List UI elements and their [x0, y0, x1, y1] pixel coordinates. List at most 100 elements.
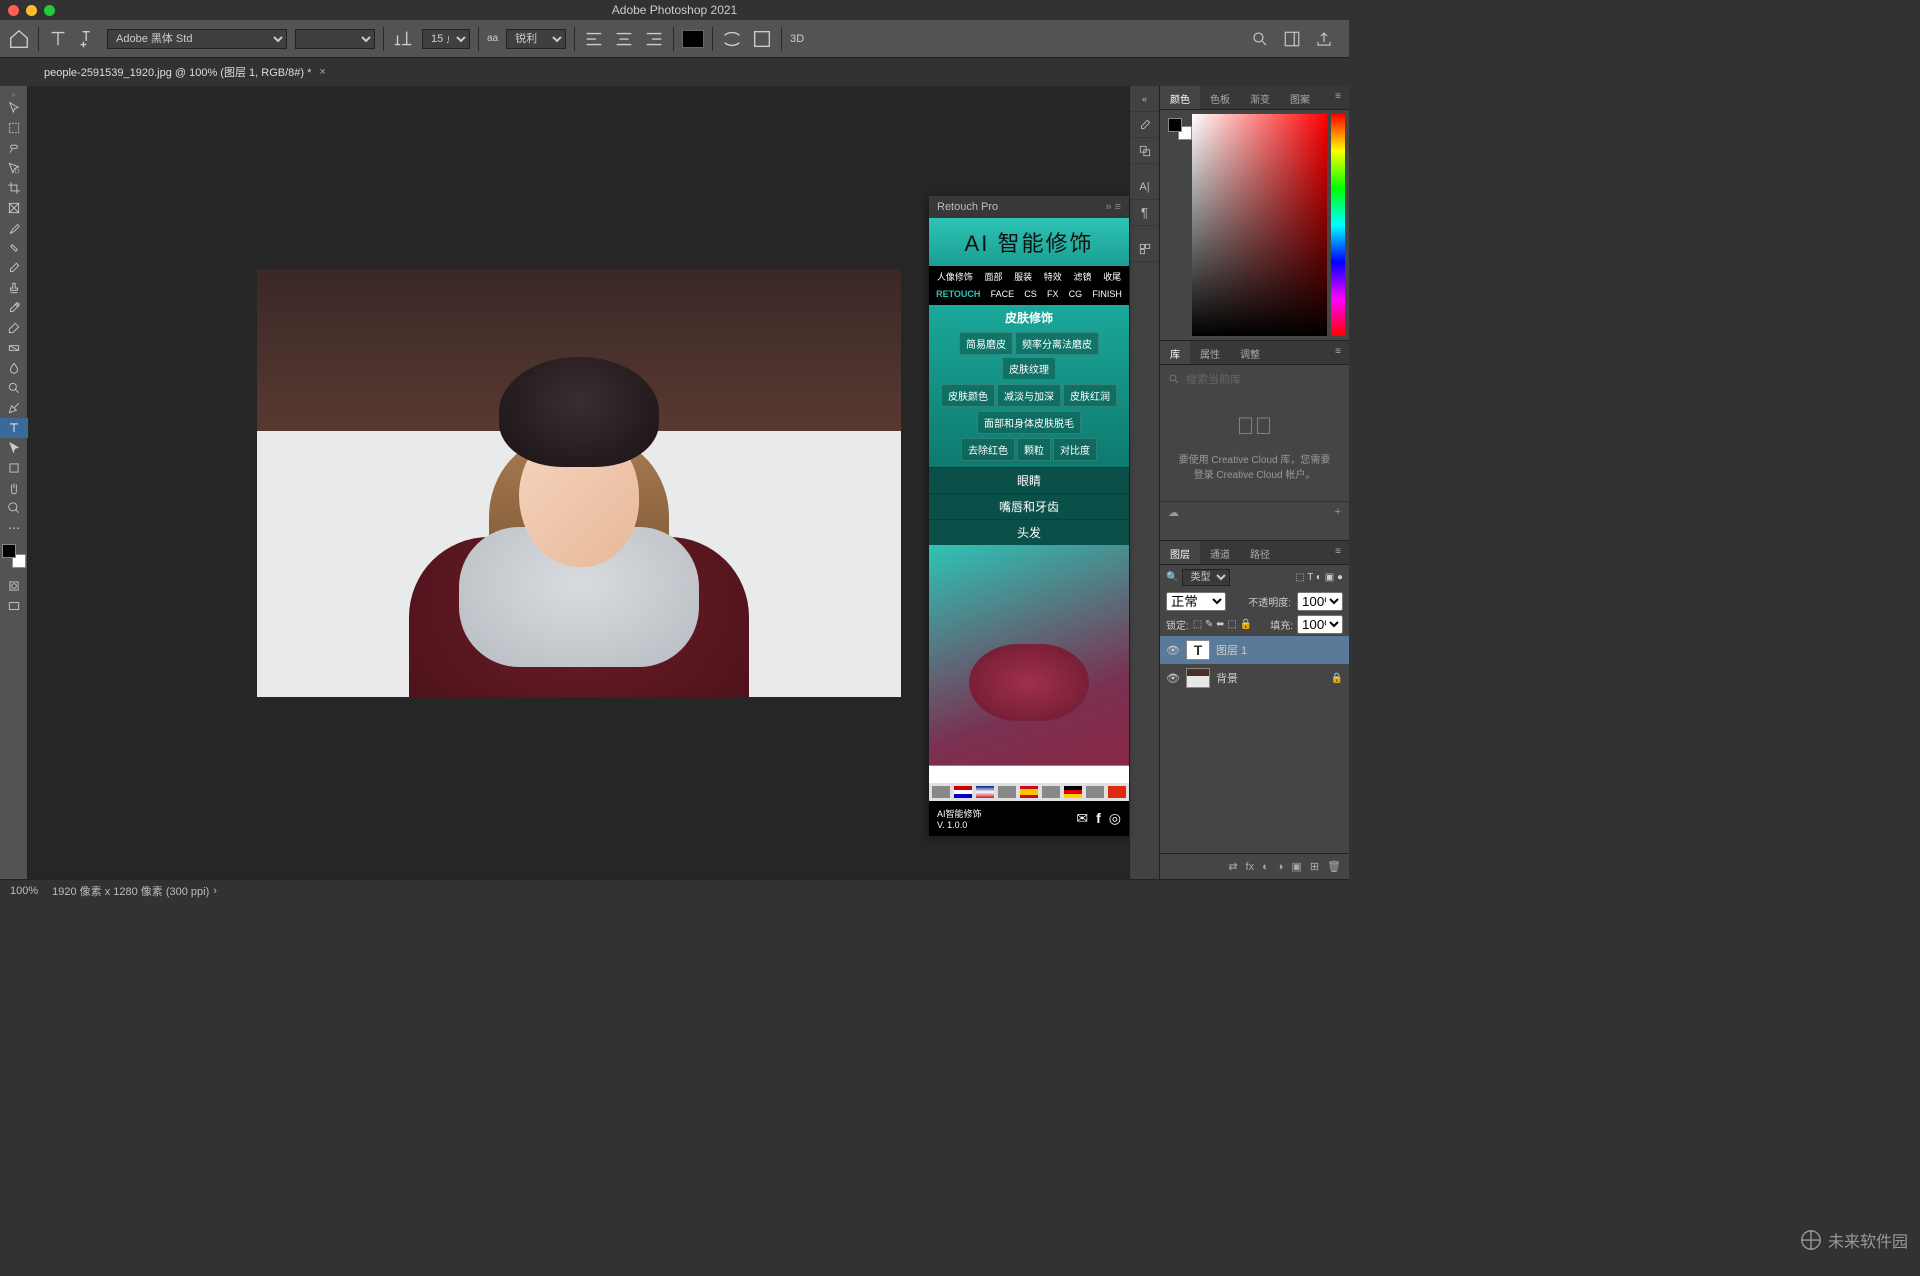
swatches-tab[interactable]: 色板 [1200, 86, 1240, 109]
library-search[interactable]: 搜索当前库 [1160, 365, 1349, 393]
nav-item[interactable]: FACE [991, 289, 1015, 299]
nav-item[interactable]: 人像修饰 [937, 270, 973, 283]
status-chevron-icon[interactable]: › [213, 885, 217, 897]
document-canvas[interactable] [257, 269, 901, 697]
selection-tool[interactable] [0, 158, 28, 178]
retouch-color-bar[interactable] [929, 765, 1129, 783]
flag-icon[interactable] [976, 786, 994, 798]
search-icon[interactable] [1251, 30, 1269, 48]
document-tab[interactable]: people-2591539_1920.jpg @ 100% (图层 1, RG… [30, 58, 340, 86]
flag-icon[interactable] [998, 786, 1016, 798]
eraser-tool[interactable] [0, 318, 28, 338]
nav-item[interactable]: CG [1069, 289, 1083, 299]
layer-thumbnail[interactable]: T [1186, 640, 1210, 660]
foreground-background-color[interactable] [2, 544, 26, 568]
healing-tool[interactable] [0, 238, 28, 258]
color-fg-bg[interactable] [1164, 114, 1192, 336]
retouch-action-button[interactable]: 对比度 [1053, 438, 1097, 461]
minimize-window-button[interactable] [26, 5, 37, 16]
group-icon[interactable]: ▣ [1291, 860, 1301, 873]
type-tool[interactable] [0, 418, 28, 438]
text-color-swatch[interactable] [682, 30, 704, 48]
strip-clone-icon[interactable] [1130, 138, 1159, 164]
toolbar-collapse[interactable]: » [0, 90, 27, 98]
color-tab[interactable]: 颜色 [1160, 86, 1200, 109]
blur-tool[interactable] [0, 358, 28, 378]
visibility-icon[interactable]: 👁 [1166, 644, 1180, 657]
nav-item[interactable]: RETOUCH [936, 289, 980, 299]
retouch-action-button[interactable]: 皮肤红润 [1063, 384, 1117, 407]
brush-tool[interactable] [0, 258, 28, 278]
facebook-icon[interactable]: f [1096, 810, 1101, 827]
frame-tool[interactable] [0, 198, 28, 218]
gradient-tool[interactable] [0, 338, 28, 358]
opacity-select[interactable]: 100% [1297, 592, 1343, 611]
dodge-tool[interactable] [0, 378, 28, 398]
warp-text-button[interactable] [721, 28, 743, 50]
panel-menu-icon[interactable]: ≡ [1327, 341, 1349, 364]
pen-tool[interactable] [0, 398, 28, 418]
flag-icon[interactable] [1064, 786, 1082, 798]
retouch-action-button[interactable]: 频率分离法磨皮 [1015, 332, 1099, 355]
stamp-tool[interactable] [0, 278, 28, 298]
strip-expand[interactable]: « [1130, 86, 1159, 112]
foreground-color[interactable] [2, 544, 16, 558]
strip-brush-icon[interactable] [1130, 112, 1159, 138]
retouch-category[interactable]: 嘴唇和牙齿 [929, 493, 1129, 519]
strip-character-icon[interactable]: A| [1130, 174, 1159, 200]
nav-item[interactable]: 面部 [984, 270, 1002, 283]
font-style-select[interactable] [295, 29, 375, 49]
crop-tool[interactable] [0, 178, 28, 198]
layer-thumbnail[interactable] [1186, 668, 1210, 688]
quick-mask-button[interactable] [0, 576, 28, 596]
collapse-icon[interactable]: » ≡ [1105, 201, 1121, 213]
layer-name[interactable]: 背景 [1216, 670, 1238, 686]
share-icon[interactable] [1315, 30, 1333, 48]
flag-icon[interactable] [1020, 786, 1038, 798]
filter-toggle[interactable]: ⬚ T ◐ ▣ ● [1295, 572, 1343, 583]
layer-style-icon[interactable]: fx [1246, 861, 1255, 873]
flag-icon[interactable] [1042, 786, 1060, 798]
channels-tab[interactable]: 通道 [1200, 541, 1240, 564]
lock-icons[interactable]: ⬚ ✎ ⬌ ⬚ 🔒 [1193, 619, 1252, 630]
layer-filter-type[interactable]: 类型 [1182, 569, 1230, 586]
retouch-action-button[interactable]: 面部和身体皮肤脱毛 [977, 411, 1081, 434]
nav-item[interactable]: 特效 [1044, 270, 1062, 283]
strip-paragraph-icon[interactable]: ¶ [1130, 200, 1159, 226]
layer-row[interactable]: 👁 背景 🔒 [1160, 664, 1349, 692]
path-selection-tool[interactable] [0, 438, 28, 458]
hand-tool[interactable] [0, 478, 28, 498]
eyedropper-tool[interactable] [0, 218, 28, 238]
align-center-button[interactable] [613, 28, 635, 50]
retouch-category[interactable]: 头发 [929, 519, 1129, 545]
nav-item[interactable]: 收尾 [1103, 270, 1121, 283]
type-orientation-button[interactable] [77, 28, 99, 50]
nav-item[interactable]: CS [1024, 289, 1037, 299]
adjustments-tab[interactable]: 调整 [1230, 341, 1270, 364]
panel-menu-icon[interactable]: ≡ [1327, 541, 1349, 564]
threed-button[interactable]: 3D [790, 33, 804, 45]
retouch-panel-header[interactable]: Retouch Pro » ≡ [929, 196, 1129, 218]
paths-tab[interactable]: 路径 [1240, 541, 1280, 564]
fill-select[interactable]: 100% [1297, 615, 1343, 634]
antialiasing-select[interactable]: 锐利 [506, 29, 566, 49]
workspace-icon[interactable] [1283, 30, 1301, 48]
nav-item[interactable]: FX [1047, 289, 1059, 299]
visibility-icon[interactable]: 👁 [1166, 672, 1180, 685]
new-layer-icon[interactable]: ⊞ [1310, 860, 1319, 873]
retouch-action-button[interactable]: 去除红色 [961, 438, 1015, 461]
flag-icon[interactable] [1108, 786, 1126, 798]
lock-icon[interactable]: 🔒 [1331, 673, 1343, 684]
nav-item[interactable]: 滤镜 [1073, 270, 1091, 283]
screen-mode-button[interactable] [0, 596, 28, 616]
layer-name[interactable]: 图层 1 [1216, 642, 1247, 658]
library-tab[interactable]: 库 [1160, 341, 1190, 364]
gradients-tab[interactable]: 渐变 [1240, 86, 1280, 109]
nav-item[interactable]: 服装 [1014, 270, 1032, 283]
move-tool[interactable] [0, 98, 28, 118]
instagram-icon[interactable]: ◎ [1109, 810, 1121, 827]
flag-icon[interactable] [932, 786, 950, 798]
nav-item[interactable]: FINISH [1092, 289, 1122, 299]
maximize-window-button[interactable] [44, 5, 55, 16]
blend-mode-select[interactable]: 正常 [1166, 592, 1226, 611]
